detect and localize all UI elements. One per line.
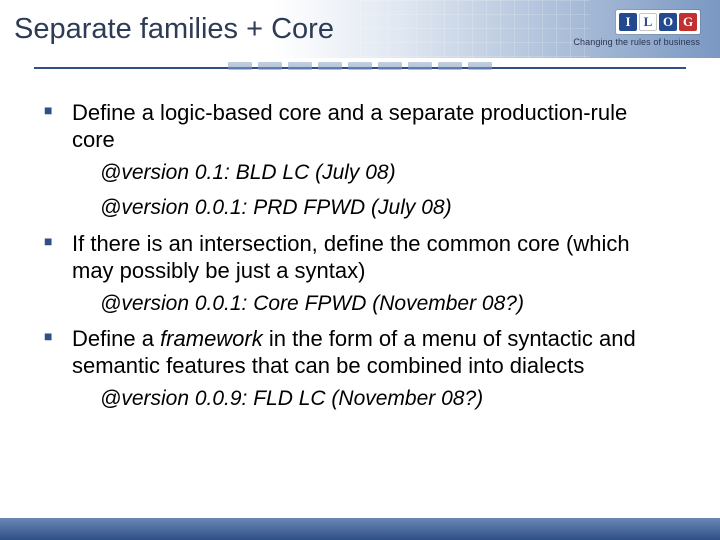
logo-letter: I	[619, 13, 637, 31]
bullet-text-pre: Define a	[72, 326, 160, 351]
version-line: @version 0.1: BLD LC (July 08)	[44, 160, 676, 186]
bullet-text: Define a logic-based core and a separate…	[72, 100, 627, 152]
version-line: @version 0.0.1: PRD FPWD (July 08)	[44, 195, 676, 221]
header-notches	[0, 58, 720, 76]
logo-box: I L O G	[616, 10, 700, 34]
bullet-item: Define a framework in the form of a menu…	[44, 326, 676, 380]
logo-tagline: Changing the rules of business	[573, 37, 700, 47]
slide: Separate families + Core I L O G Changin…	[0, 0, 720, 540]
brand-logo: I L O G Changing the rules of business	[573, 10, 700, 47]
header-grid-decoration	[360, 0, 590, 58]
slide-title: Separate families + Core	[14, 13, 334, 46]
bullet-item: If there is an intersection, define the …	[44, 231, 676, 285]
version-line: @version 0.0.9: FLD LC (November 08?)	[44, 386, 676, 412]
logo-letter: L	[639, 13, 657, 31]
bullet-text: If there is an intersection, define the …	[72, 231, 630, 283]
logo-letter: G	[679, 13, 697, 31]
bullet-text-em: framework	[160, 326, 263, 351]
bullet-item: Define a logic-based core and a separate…	[44, 100, 676, 154]
logo-letter: O	[659, 13, 677, 31]
slide-body: Define a logic-based core and a separate…	[44, 100, 676, 421]
slide-footer-bar	[0, 518, 720, 540]
version-line: @version 0.0.1: Core FPWD (November 08?)	[44, 291, 676, 317]
